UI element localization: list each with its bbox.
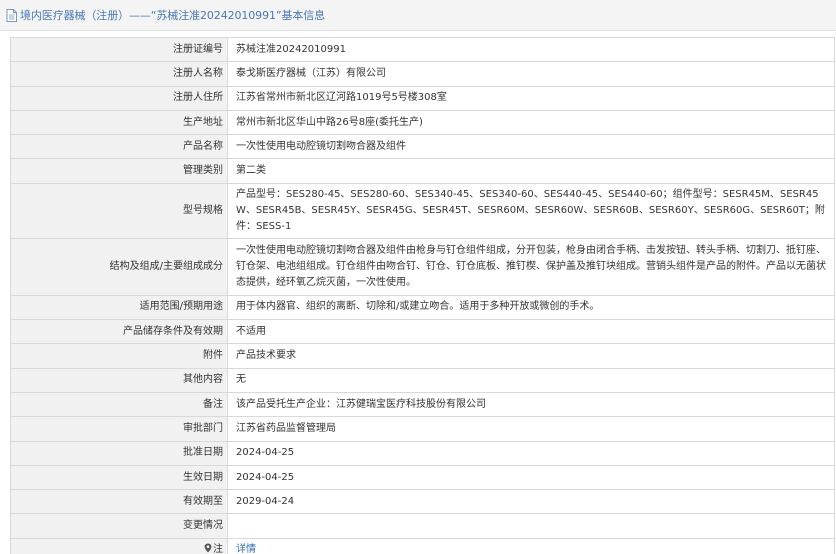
field-value: 不适用 — [227, 319, 835, 345]
field-label: 注册人名称 — [10, 61, 228, 87]
table-row: 变更情况 — [10, 513, 835, 539]
field-value: 常州市新北区华山中路26号8座(委托生产) — [227, 109, 835, 136]
table-row: 备注 该产品受托生产企业：江苏健瑞宝医疗科技股份有限公司 — [10, 391, 835, 418]
table-row: 其他内容 无 — [10, 367, 835, 393]
details-link[interactable]: 详情 — [236, 544, 256, 554]
table-row: 结构及组成/主要组成成分 一次性使用电动腔镜切割吻合器及组件由枪身与钉仓组件组成… — [10, 237, 835, 296]
table-row: 适用范围/预期用途 用于体内器官、组织的离断、切除和/或建立吻合。适用于多种开放… — [10, 294, 835, 321]
field-label: 生效日期 — [10, 464, 228, 491]
field-label: 备注 — [10, 391, 228, 418]
field-value: 2024-04-25 — [227, 464, 835, 491]
field-value: 该产品受托生产企业：江苏健瑞宝医疗科技股份有限公司 — [227, 391, 835, 418]
field-label: 适用范围/预期用途 — [10, 294, 228, 321]
field-label: 审批部门 — [10, 416, 228, 442]
field-label: 其他内容 — [10, 367, 228, 393]
field-value: 苏械注准20242010991 — [227, 36, 835, 63]
page-title: 境内医疗器械（注册）——“苏械注准20242010991”基本信息 — [20, 9, 326, 22]
field-value: 2029-04-24 — [227, 489, 835, 515]
field-value: 详情 — [227, 537, 835, 554]
table-row: 生效日期 2024-04-25 — [10, 464, 835, 491]
page-header: 境内医疗器械（注册）——“苏械注准20242010991”基本信息 — [0, 0, 836, 31]
table-row: 批准日期 2024-04-25 — [10, 440, 835, 466]
table-row: 生产地址 常州市新北区华山中路26号8座(委托生产) — [10, 109, 835, 136]
table-row: 管理类别 第二类 — [10, 158, 835, 184]
field-label: 变更情况 — [10, 513, 228, 539]
field-value: 用于体内器官、组织的离断、切除和/或建立吻合。适用于多种开放或微创的手术。 — [227, 294, 835, 321]
field-value: 产品型号：SES280-45、SES280-60、SES340-45、SES34… — [227, 182, 835, 239]
location-pin-icon — [204, 543, 212, 553]
table-row: 注册人名称 泰戈斯医疗器械（江苏）有限公司 — [10, 61, 835, 87]
note-label-cell: 注 — [10, 537, 228, 554]
document-icon — [6, 8, 17, 22]
field-label: 管理类别 — [10, 158, 228, 184]
table-row: 注册证编号 苏械注准20242010991 — [10, 36, 835, 63]
field-value: 一次性使用电动腔镜切割吻合器及组件由枪身与钉仓组件组成，分开包装，枪身由闭合手柄… — [227, 237, 835, 296]
field-value — [227, 513, 835, 539]
field-label: 产品储存条件及有效期 — [10, 319, 228, 345]
field-value: 江苏省常州市新北区辽河路1019号5号楼308室 — [227, 85, 835, 111]
field-label: 有效期至 — [10, 489, 228, 515]
field-value: 产品技术要求 — [227, 343, 835, 369]
table-row: 注册人住所 江苏省常州市新北区辽河路1019号5号楼308室 — [10, 85, 835, 111]
field-label: 产品名称 — [10, 134, 228, 160]
table-row: 有效期至 2029-04-24 — [10, 489, 835, 515]
field-label: 型号规格 — [10, 182, 228, 239]
table-row: 附件 产品技术要求 — [10, 343, 835, 369]
field-value: 一次性使用电动腔镜切割吻合器及组件 — [227, 134, 835, 160]
field-value: 无 — [227, 367, 835, 393]
field-label: 注册证编号 — [10, 36, 228, 63]
field-label: 生产地址 — [10, 109, 228, 136]
table-row: 注 详情 — [10, 537, 835, 554]
field-value: 江苏省药品监督管理局 — [227, 416, 835, 442]
field-value: 泰戈斯医疗器械（江苏）有限公司 — [227, 61, 835, 87]
table-row: 型号规格 产品型号：SES280-45、SES280-60、SES340-45、… — [10, 182, 835, 239]
table-row: 审批部门 江苏省药品监督管理局 — [10, 416, 835, 442]
field-label: 批准日期 — [10, 440, 228, 466]
table-row: 产品储存条件及有效期 不适用 — [10, 319, 835, 345]
field-value: 2024-04-25 — [227, 440, 835, 466]
registration-detail-table: 注册证编号 苏械注准20242010991 注册人名称 泰戈斯医疗器械（江苏）有… — [10, 36, 835, 554]
note-label: 注 — [213, 544, 223, 554]
table-row: 产品名称 一次性使用电动腔镜切割吻合器及组件 — [10, 134, 835, 160]
field-value: 第二类 — [227, 158, 835, 184]
field-label: 附件 — [10, 343, 228, 369]
field-label: 结构及组成/主要组成成分 — [10, 237, 228, 296]
field-label: 注册人住所 — [10, 85, 228, 111]
